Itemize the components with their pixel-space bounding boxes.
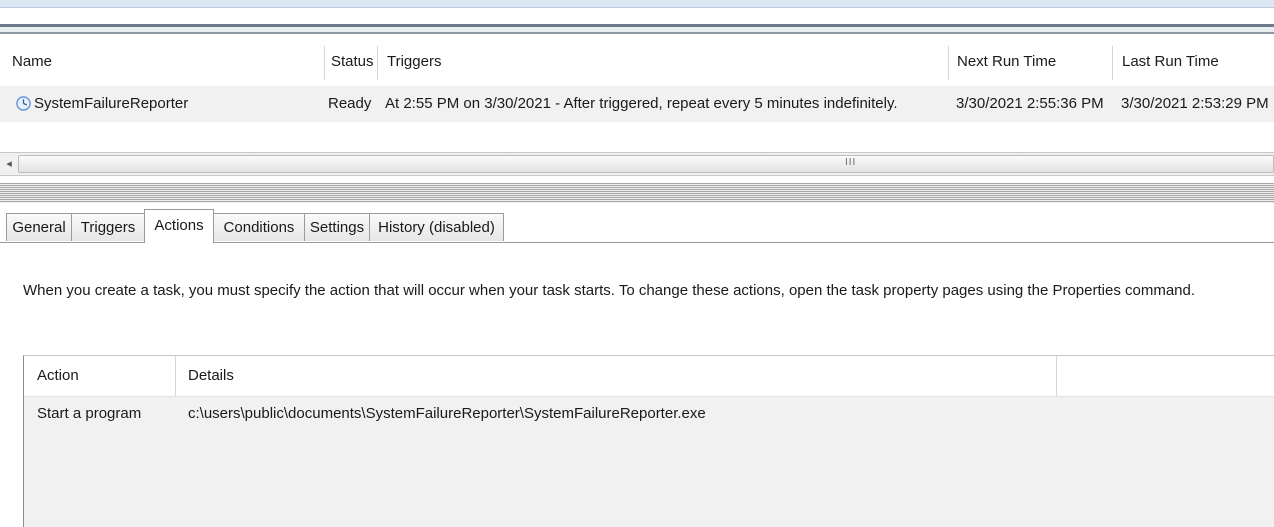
title-strip (0, 0, 1274, 8)
column-header-details[interactable]: Details (188, 356, 234, 396)
column-header-next-run-time[interactable]: Next Run Time (957, 38, 1056, 86)
clock-icon (16, 96, 31, 111)
action-type: Start a program (37, 405, 142, 422)
column-header-status[interactable]: Status (331, 38, 374, 86)
action-row[interactable]: Start a program c:\users\public\document… (24, 396, 1274, 432)
window-top-frame (0, 0, 1274, 38)
details-tab-strip: General Triggers Actions Conditions Sett… (0, 209, 1274, 243)
column-header-action[interactable]: Action (37, 356, 79, 396)
actions-grid: Action Details Start a program c:\users\… (23, 355, 1274, 527)
tab-actions[interactable]: Actions (144, 209, 214, 243)
scrollbar-grip-icon: III (845, 157, 857, 168)
column-separator[interactable] (1056, 356, 1057, 396)
frame-divider-bottom (0, 32, 1274, 34)
column-separator[interactable] (948, 46, 949, 80)
column-header-name[interactable]: Name (12, 38, 52, 86)
tab-conditions[interactable]: Conditions (213, 213, 305, 241)
scroll-left-arrow-icon[interactable]: ◂ (0, 153, 18, 175)
task-status: Ready (328, 95, 372, 112)
column-separator[interactable] (1112, 46, 1113, 80)
task-list-header: Name Status Triggers Next Run Time Last … (0, 38, 1274, 86)
horizontal-scrollbar[interactable]: ◂ III (0, 152, 1274, 176)
column-separator[interactable] (175, 356, 176, 396)
tab-history[interactable]: History (disabled) (369, 213, 504, 241)
column-header-triggers[interactable]: Triggers (387, 38, 441, 86)
actions-description: When you create a task, you must specify… (23, 282, 1196, 299)
task-last-run-time: 3/30/2021 2:53:29 PM (1121, 95, 1269, 112)
task-row[interactable]: SystemFailureReporter Ready At 2:55 PM o… (0, 86, 1274, 122)
task-triggers: At 2:55 PM on 3/30/2021 - After triggere… (385, 95, 898, 112)
task-next-run-time: 3/30/2021 2:55:36 PM (956, 95, 1104, 112)
task-name: SystemFailureReporter (34, 95, 189, 112)
column-separator[interactable] (324, 46, 325, 80)
tab-triggers[interactable]: Triggers (71, 213, 145, 241)
action-details: c:\users\public\documents\SystemFailureR… (188, 405, 706, 422)
column-separator[interactable] (377, 46, 378, 80)
tab-settings[interactable]: Settings (304, 213, 370, 241)
pane-splitter[interactable] (0, 183, 1274, 203)
actions-grid-header: Action Details (24, 356, 1274, 397)
scrollbar-thumb[interactable]: III (18, 155, 1274, 173)
column-header-last-run-time[interactable]: Last Run Time (1122, 38, 1219, 86)
tab-general[interactable]: General (6, 213, 72, 241)
